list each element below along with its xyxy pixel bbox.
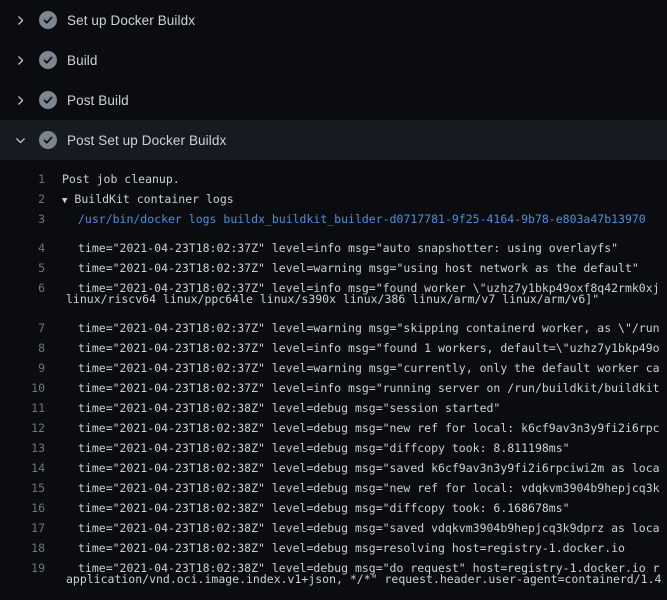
log-line-number[interactable]: 1 <box>0 169 45 189</box>
step-row-post-build[interactable]: Post Build <box>0 80 667 120</box>
log-line-number[interactable]: 19 <box>0 558 45 569</box>
log-line-text: linux/riscv64 linux/ppc64le linux/s390x … <box>45 289 599 309</box>
log-line-text: time="2021-04-23T18:02:38Z" level=debug … <box>45 418 660 438</box>
log-line-number[interactable]: 8 <box>0 338 45 349</box>
log-line-number[interactable]: 2 <box>0 189 45 209</box>
log-line-number[interactable]: 17 <box>0 518 45 529</box>
log-line-number[interactable]: 9 <box>0 358 45 369</box>
log-line-text: time="2021-04-23T18:02:38Z" level=debug … <box>45 478 660 498</box>
log-line-number[interactable]: 13 <box>0 438 45 449</box>
step-label: Set up Docker Buildx <box>67 13 195 28</box>
log-line: 7 time="2021-04-23T18:02:37Z" level=warn… <box>0 309 667 329</box>
step-row-build[interactable]: Build <box>0 40 667 80</box>
log-line-number[interactable]: 11 <box>0 398 45 409</box>
log-line-number[interactable]: 3 <box>0 209 45 229</box>
step-row-set-up-docker-buildx[interactable]: Set up Docker Buildx <box>0 0 667 40</box>
log-line-text: time="2021-04-23T18:02:38Z" level=debug … <box>45 398 500 418</box>
check-circle-icon <box>39 51 57 69</box>
log-line-number[interactable]: 15 <box>0 478 45 489</box>
chevron-down-icon <box>12 132 28 148</box>
log-line-text: time="2021-04-23T18:02:37Z" level=warnin… <box>45 258 639 278</box>
log-line-text: application/vnd.oci.image.index.v1+json,… <box>45 569 661 589</box>
log-line-number[interactable]: 12 <box>0 418 45 429</box>
log-line: 1 Post job cleanup. <box>0 169 667 189</box>
job-steps-list: Set up Docker Buildx Build Post Build Po… <box>0 0 667 160</box>
chevron-right-icon <box>12 52 28 68</box>
check-circle-icon <box>39 91 57 109</box>
chevron-right-icon <box>12 92 28 108</box>
log-line-text: time="2021-04-23T18:02:37Z" level=warnin… <box>45 358 660 378</box>
step-label: Build <box>67 53 98 68</box>
log-line-number[interactable]: 6 <box>0 278 45 289</box>
log-line-number[interactable]: 18 <box>0 538 45 549</box>
check-circle-icon <box>39 131 57 149</box>
log-viewer: 1 Post job cleanup. 2 ▼BuildKit containe… <box>0 160 667 600</box>
log-line-number[interactable] <box>0 569 45 589</box>
log-line-text: time="2021-04-23T18:02:38Z" level=debug … <box>45 498 570 518</box>
log-line-text: /usr/bin/docker logs buildx_buildkit_bui… <box>45 209 646 229</box>
check-circle-icon <box>39 11 57 29</box>
log-line-text: time="2021-04-23T18:02:37Z" level=info m… <box>45 378 660 398</box>
log-line: 20 time="2021-04-23T18:02:38Z" level=deb… <box>0 589 667 600</box>
step-label: Post Set up Docker Buildx <box>67 133 226 148</box>
step-row-post-set-up-docker-buildx[interactable]: Post Set up Docker Buildx <box>0 120 667 160</box>
log-line-text: Post job cleanup. <box>45 169 180 189</box>
log-line-text[interactable]: BuildKit container logs <box>74 189 233 209</box>
log-line: 2 ▼BuildKit container logs <box>0 189 667 209</box>
log-line-text: time="2021-04-23T18:02:38Z" level=debug … <box>45 538 625 558</box>
log-line-text: time="2021-04-23T18:02:37Z" level=info m… <box>45 238 618 258</box>
log-group-toggle-icon[interactable]: ▼ <box>62 191 74 211</box>
log-line: 3 /usr/bin/docker logs buildx_buildkit_b… <box>0 209 667 229</box>
log-line-number[interactable]: 5 <box>0 258 45 269</box>
log-line-text: time="2021-04-23T18:02:38Z" level=debug … <box>45 518 660 538</box>
log-line-number[interactable]: 14 <box>0 458 45 469</box>
log-line: application/vnd.oci.image.index.v1+json,… <box>0 569 667 589</box>
log-line-number[interactable]: 16 <box>0 498 45 509</box>
log-line-text: time="2021-04-23T18:02:38Z" level=debug … <box>45 458 660 478</box>
log-line-number[interactable]: 4 <box>0 238 45 249</box>
log-line-number[interactable]: 10 <box>0 378 45 389</box>
step-label: Post Build <box>67 93 129 108</box>
log-line-text: time="2021-04-23T18:02:37Z" level=info m… <box>45 338 660 358</box>
log-line-number[interactable]: 7 <box>0 318 45 329</box>
chevron-right-icon <box>12 12 28 28</box>
log-line: 4 time="2021-04-23T18:02:37Z" level=info… <box>0 229 667 249</box>
log-line: linux/riscv64 linux/ppc64le linux/s390x … <box>0 289 667 309</box>
log-line-text: time="2021-04-23T18:02:38Z" level=debug … <box>45 438 570 458</box>
log-line-number[interactable] <box>0 289 45 309</box>
log-line-text: time="2021-04-23T18:02:37Z" level=warnin… <box>45 318 660 338</box>
